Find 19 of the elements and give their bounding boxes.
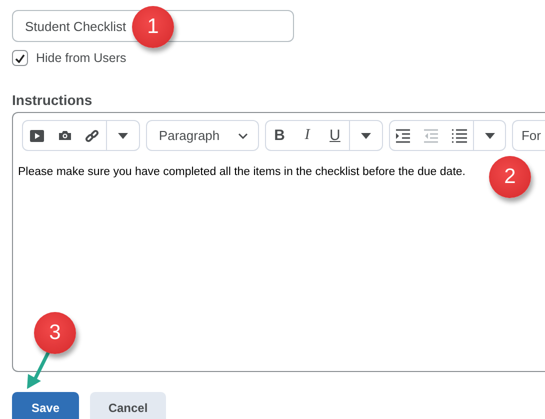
format-select[interactable]: Paragraph [146, 120, 259, 151]
hide-checkbox[interactable] [12, 50, 28, 66]
cancel-button[interactable]: Cancel [90, 392, 166, 419]
underline-button[interactable]: U [321, 121, 349, 150]
checkbox-label: Hide from Users [36, 51, 126, 65]
caret-icon [118, 132, 128, 138]
font-button[interactable]: For [512, 120, 545, 151]
italic-button[interactable]: I [293, 121, 322, 150]
bold-button[interactable]: B [266, 121, 294, 150]
caret-icon [484, 132, 495, 138]
chevron-icon [238, 132, 248, 138]
step-badge: 3 [34, 312, 76, 354]
save-button[interactable]: Save [12, 392, 79, 419]
section-heading: Instructions [12, 92, 94, 108]
step-badge: 1 [132, 6, 174, 48]
check-icon [15, 54, 25, 62]
caret-icon [360, 132, 371, 138]
editor-text: Please make sure you have completed all the items in the checklist before the due date. [18, 166, 466, 178]
step-badge: 2 [489, 156, 531, 198]
